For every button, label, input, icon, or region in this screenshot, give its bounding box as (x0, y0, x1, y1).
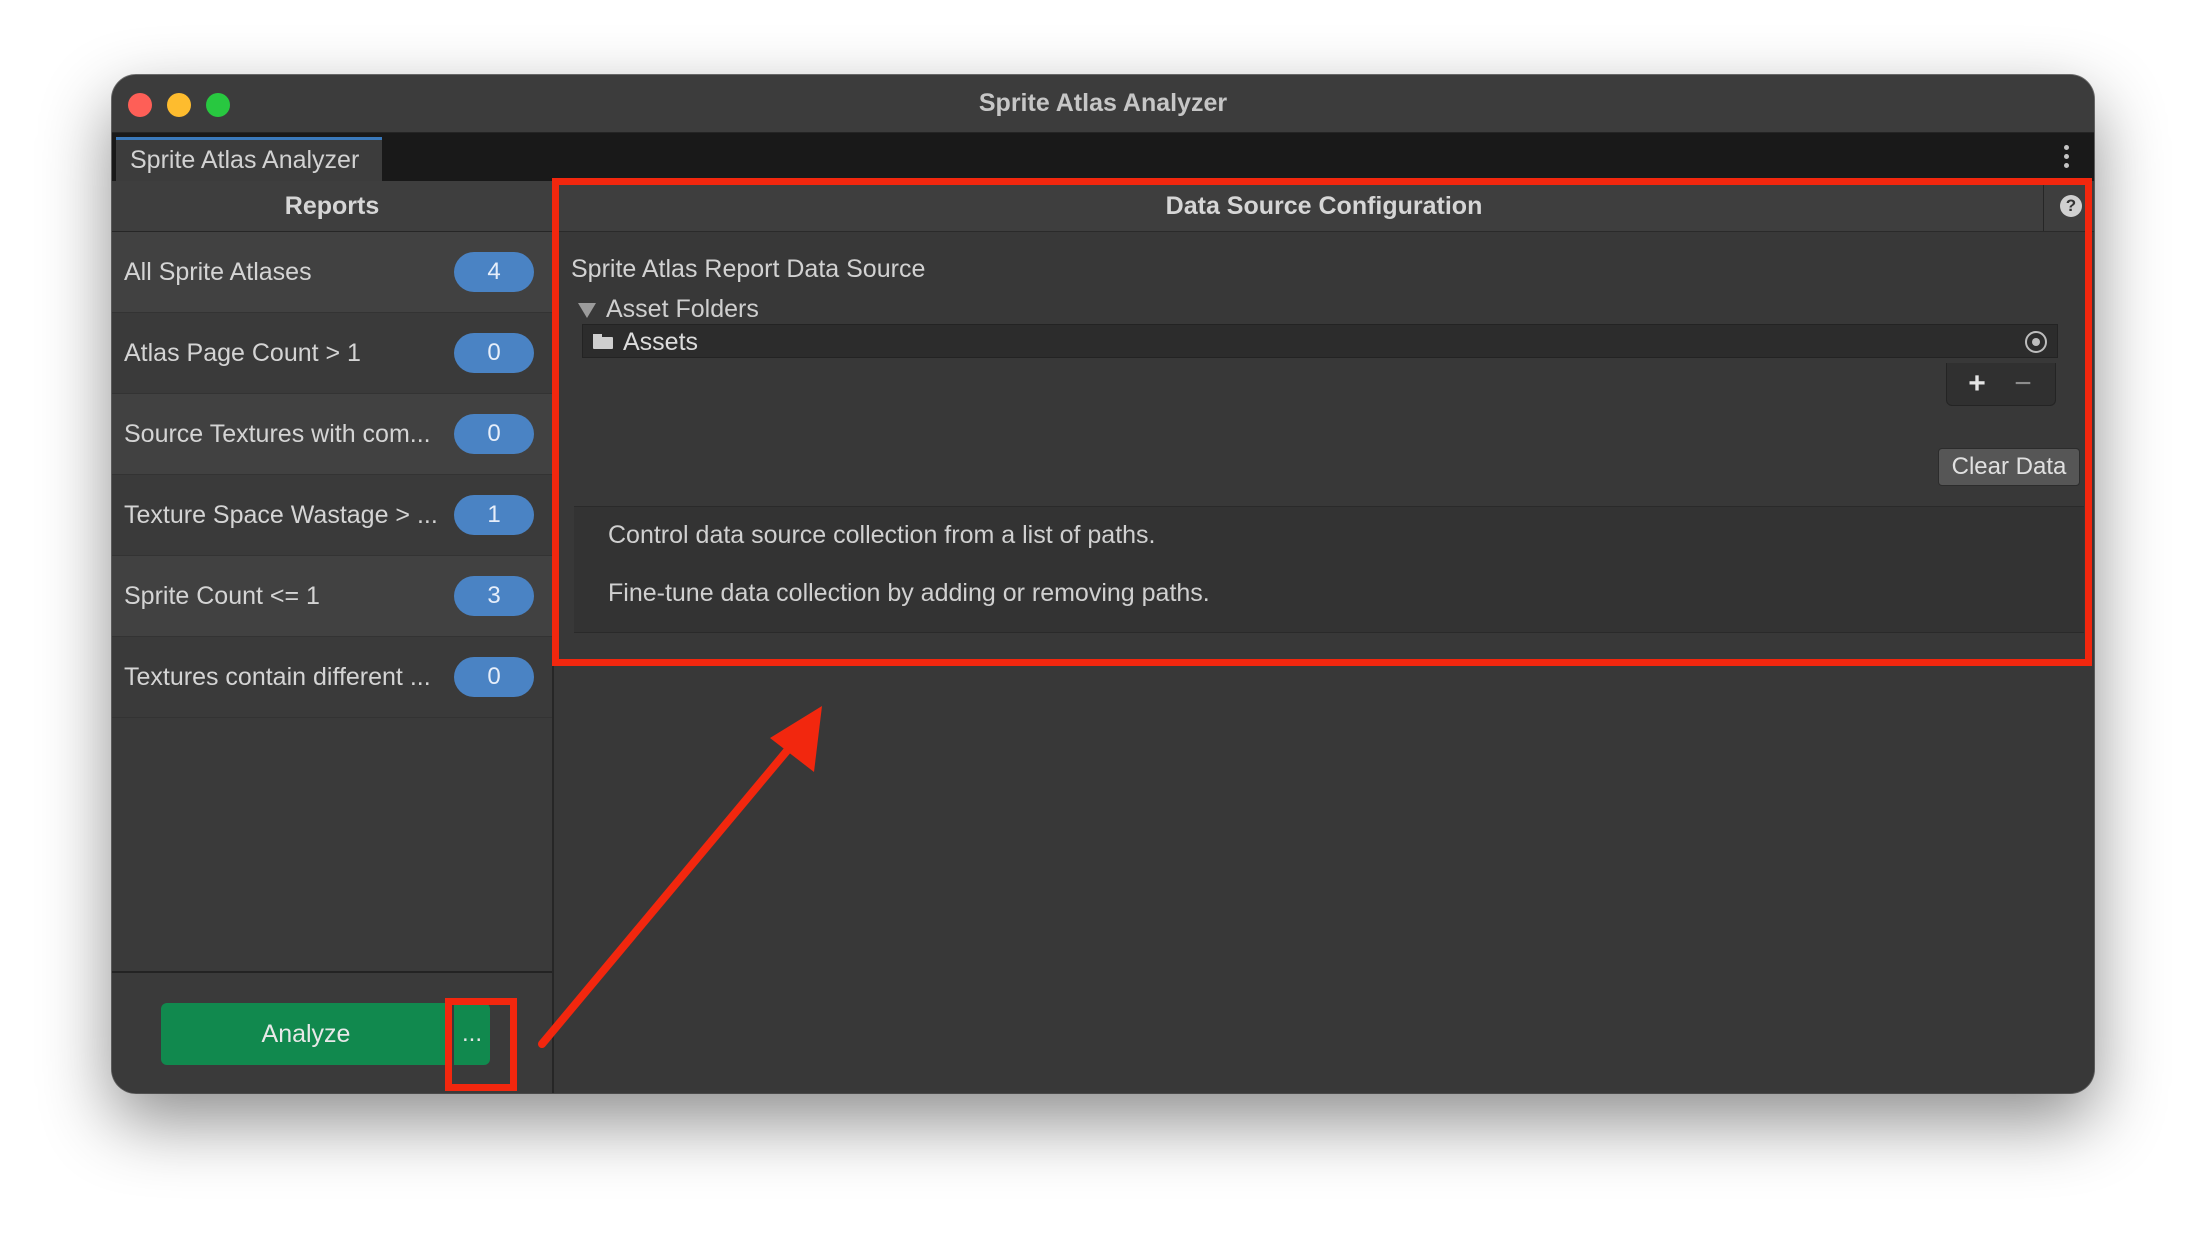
arrow-shaft (538, 736, 800, 1048)
annotation-arrow (538, 706, 822, 1048)
